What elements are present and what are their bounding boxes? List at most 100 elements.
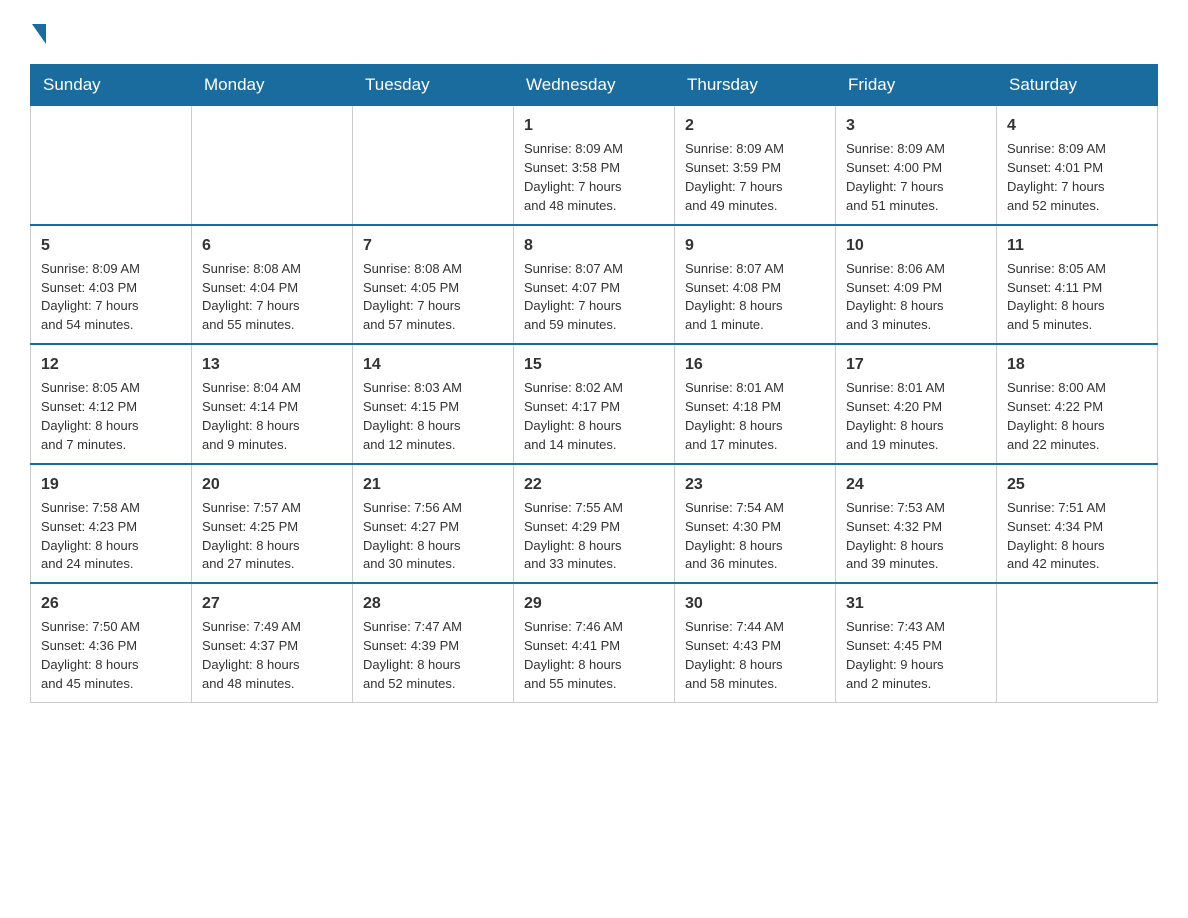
day-number: 15 [524,353,664,376]
day-info: Sunrise: 8:01 AMSunset: 4:18 PMDaylight:… [685,380,784,452]
day-number: 10 [846,234,986,257]
day-number: 1 [524,114,664,137]
calendar-day-cell: 19Sunrise: 7:58 AMSunset: 4:23 PMDayligh… [31,464,192,584]
calendar-day-cell: 21 Sunrise: 7:56 AMSunset: 4:27 PMDayligh… [353,464,514,584]
day-number: 25 [1007,473,1147,496]
day-number: 9 [685,234,825,257]
calendar-day-cell: 12 Sunrise: 8:05 AMSunset: 4:12 PMDayligh… [31,344,192,464]
day-number: 27 [202,592,342,615]
day-number: 17 [846,353,986,376]
day-number: 11 [1007,234,1147,257]
day-info: Sunrise: 7:51 AMSunset: 4:34 PMDaylight:… [1007,500,1106,572]
calendar-day-cell: 16 Sunrise: 8:01 AMSunset: 4:18 PMDayligh… [675,344,836,464]
day-number: 3 [846,114,986,137]
calendar-header-sunday: Sunday [31,65,192,106]
calendar-day-cell: 10 Sunrise: 8:06 AMSunset: 4:09 PMDayligh… [836,225,997,345]
day-number: 8 [524,234,664,257]
day-info: Sunrise: 8:04 AMSunset: 4:14 PMDaylight:… [202,380,301,452]
day-info: Sunrise: 7:53 AMSunset: 4:32 PMDaylight:… [846,500,945,572]
calendar-day-cell: 25 Sunrise: 7:51 AMSunset: 4:34 PMDayligh… [997,464,1158,584]
day-number: 18 [1007,353,1147,376]
calendar-day-cell [997,583,1158,702]
calendar-week-row: 26Sunrise: 7:50 AMSunset: 4:36 PMDayligh… [31,583,1158,702]
day-number: 23 [685,473,825,496]
day-number: 29 [524,592,664,615]
day-info: Sunrise: 7:58 AMSunset: 4:23 PMDaylight:… [41,500,140,572]
day-info: Sunrise: 7:55 AMSunset: 4:29 PMDaylight:… [524,500,623,572]
calendar-week-row: 1 Sunrise: 8:09 AMSunset: 3:58 PMDaylight… [31,106,1158,225]
day-info: Sunrise: 8:09 AMSunset: 3:59 PMDaylight:… [685,141,784,213]
day-number: 13 [202,353,342,376]
day-number: 22 [524,473,664,496]
calendar-day-cell: 4Sunrise: 8:09 AMSunset: 4:01 PMDaylight… [997,106,1158,225]
day-number: 7 [363,234,503,257]
day-info: Sunrise: 8:03 AMSunset: 4:15 PMDaylight:… [363,380,462,452]
calendar-day-cell: 13 Sunrise: 8:04 AMSunset: 4:14 PMDayligh… [192,344,353,464]
calendar-day-cell: 29 Sunrise: 7:46 AMSunset: 4:41 PMDayligh… [514,583,675,702]
calendar-day-cell: 18 Sunrise: 8:00 AMSunset: 4:22 PMDayligh… [997,344,1158,464]
day-number: 21 [363,473,503,496]
calendar-table: SundayMondayTuesdayWednesdayThursdayFrid… [30,64,1158,703]
day-info: Sunrise: 7:56 AMSunset: 4:27 PMDaylight:… [363,500,462,572]
day-info: Sunrise: 7:49 AMSunset: 4:37 PMDaylight:… [202,619,301,691]
calendar-day-cell: 1 Sunrise: 8:09 AMSunset: 3:58 PMDaylight… [514,106,675,225]
calendar-day-cell [192,106,353,225]
calendar-header-wednesday: Wednesday [514,65,675,106]
day-info: Sunrise: 8:06 AMSunset: 4:09 PMDaylight:… [846,261,945,333]
day-number: 5 [41,234,181,257]
calendar-day-cell: 31 Sunrise: 7:43 AMSunset: 4:45 PMDayligh… [836,583,997,702]
logo-triangle-icon [32,24,46,44]
calendar-day-cell: 8 Sunrise: 8:07 AMSunset: 4:07 PMDaylight… [514,225,675,345]
calendar-day-cell: 5 Sunrise: 8:09 AMSunset: 4:03 PMDaylight… [31,225,192,345]
day-info: Sunrise: 8:07 AMSunset: 4:07 PMDaylight:… [524,261,623,333]
day-info: Sunrise: 8:08 AMSunset: 4:04 PMDaylight:… [202,261,301,333]
calendar-day-cell: 3 Sunrise: 8:09 AMSunset: 4:00 PMDaylight… [836,106,997,225]
calendar-day-cell [31,106,192,225]
calendar-day-cell: 2 Sunrise: 8:09 AMSunset: 3:59 PMDaylight… [675,106,836,225]
day-info: Sunrise: 7:43 AMSunset: 4:45 PMDaylight:… [846,619,945,691]
day-info: Sunrise: 8:05 AMSunset: 4:12 PMDaylight:… [41,380,140,452]
calendar-week-row: 12 Sunrise: 8:05 AMSunset: 4:12 PMDayligh… [31,344,1158,464]
calendar-day-cell: 7 Sunrise: 8:08 AMSunset: 4:05 PMDaylight… [353,225,514,345]
calendar-day-cell: 30Sunrise: 7:44 AMSunset: 4:43 PMDayligh… [675,583,836,702]
calendar-day-cell: 27 Sunrise: 7:49 AMSunset: 4:37 PMDayligh… [192,583,353,702]
calendar-header-friday: Friday [836,65,997,106]
calendar-day-cell: 20Sunrise: 7:57 AMSunset: 4:25 PMDayligh… [192,464,353,584]
day-number: 12 [41,353,181,376]
calendar-day-cell: 22 Sunrise: 7:55 AMSunset: 4:29 PMDayligh… [514,464,675,584]
calendar-day-cell: 6Sunrise: 8:08 AMSunset: 4:04 PMDaylight… [192,225,353,345]
calendar-header-saturday: Saturday [997,65,1158,106]
calendar-day-cell: 24 Sunrise: 7:53 AMSunset: 4:32 PMDayligh… [836,464,997,584]
day-number: 26 [41,592,181,615]
day-info: Sunrise: 8:07 AMSunset: 4:08 PMDaylight:… [685,261,784,333]
calendar-day-cell: 15 Sunrise: 8:02 AMSunset: 4:17 PMDayligh… [514,344,675,464]
calendar-day-cell: 23 Sunrise: 7:54 AMSunset: 4:30 PMDayligh… [675,464,836,584]
day-number: 2 [685,114,825,137]
day-number: 28 [363,592,503,615]
day-info: Sunrise: 7:54 AMSunset: 4:30 PMDaylight:… [685,500,784,572]
day-info: Sunrise: 7:44 AMSunset: 4:43 PMDaylight:… [685,619,784,691]
day-info: Sunrise: 8:05 AMSunset: 4:11 PMDaylight:… [1007,261,1106,333]
day-number: 24 [846,473,986,496]
day-info: Sunrise: 8:02 AMSunset: 4:17 PMDaylight:… [524,380,623,452]
calendar-day-cell: 11 Sunrise: 8:05 AMSunset: 4:11 PMDayligh… [997,225,1158,345]
calendar-day-cell [353,106,514,225]
day-info: Sunrise: 7:46 AMSunset: 4:41 PMDaylight:… [524,619,623,691]
day-info: Sunrise: 8:01 AMSunset: 4:20 PMDaylight:… [846,380,945,452]
day-info: Sunrise: 8:00 AMSunset: 4:22 PMDaylight:… [1007,380,1106,452]
day-info: Sunrise: 8:09 AMSunset: 4:00 PMDaylight:… [846,141,945,213]
day-number: 16 [685,353,825,376]
day-number: 14 [363,353,503,376]
day-info: Sunrise: 8:09 AMSunset: 3:58 PMDaylight:… [524,141,623,213]
calendar-header-thursday: Thursday [675,65,836,106]
day-number: 31 [846,592,986,615]
day-info: Sunrise: 8:09 AMSunset: 4:03 PMDaylight:… [41,261,140,333]
calendar-header-tuesday: Tuesday [353,65,514,106]
calendar-week-row: 19Sunrise: 7:58 AMSunset: 4:23 PMDayligh… [31,464,1158,584]
logo [30,20,46,44]
day-number: 20 [202,473,342,496]
day-info: Sunrise: 8:08 AMSunset: 4:05 PMDaylight:… [363,261,462,333]
calendar-day-cell: 9 Sunrise: 8:07 AMSunset: 4:08 PMDaylight… [675,225,836,345]
calendar-day-cell: 26Sunrise: 7:50 AMSunset: 4:36 PMDayligh… [31,583,192,702]
calendar-header-row: SundayMondayTuesdayWednesdayThursdayFrid… [31,65,1158,106]
